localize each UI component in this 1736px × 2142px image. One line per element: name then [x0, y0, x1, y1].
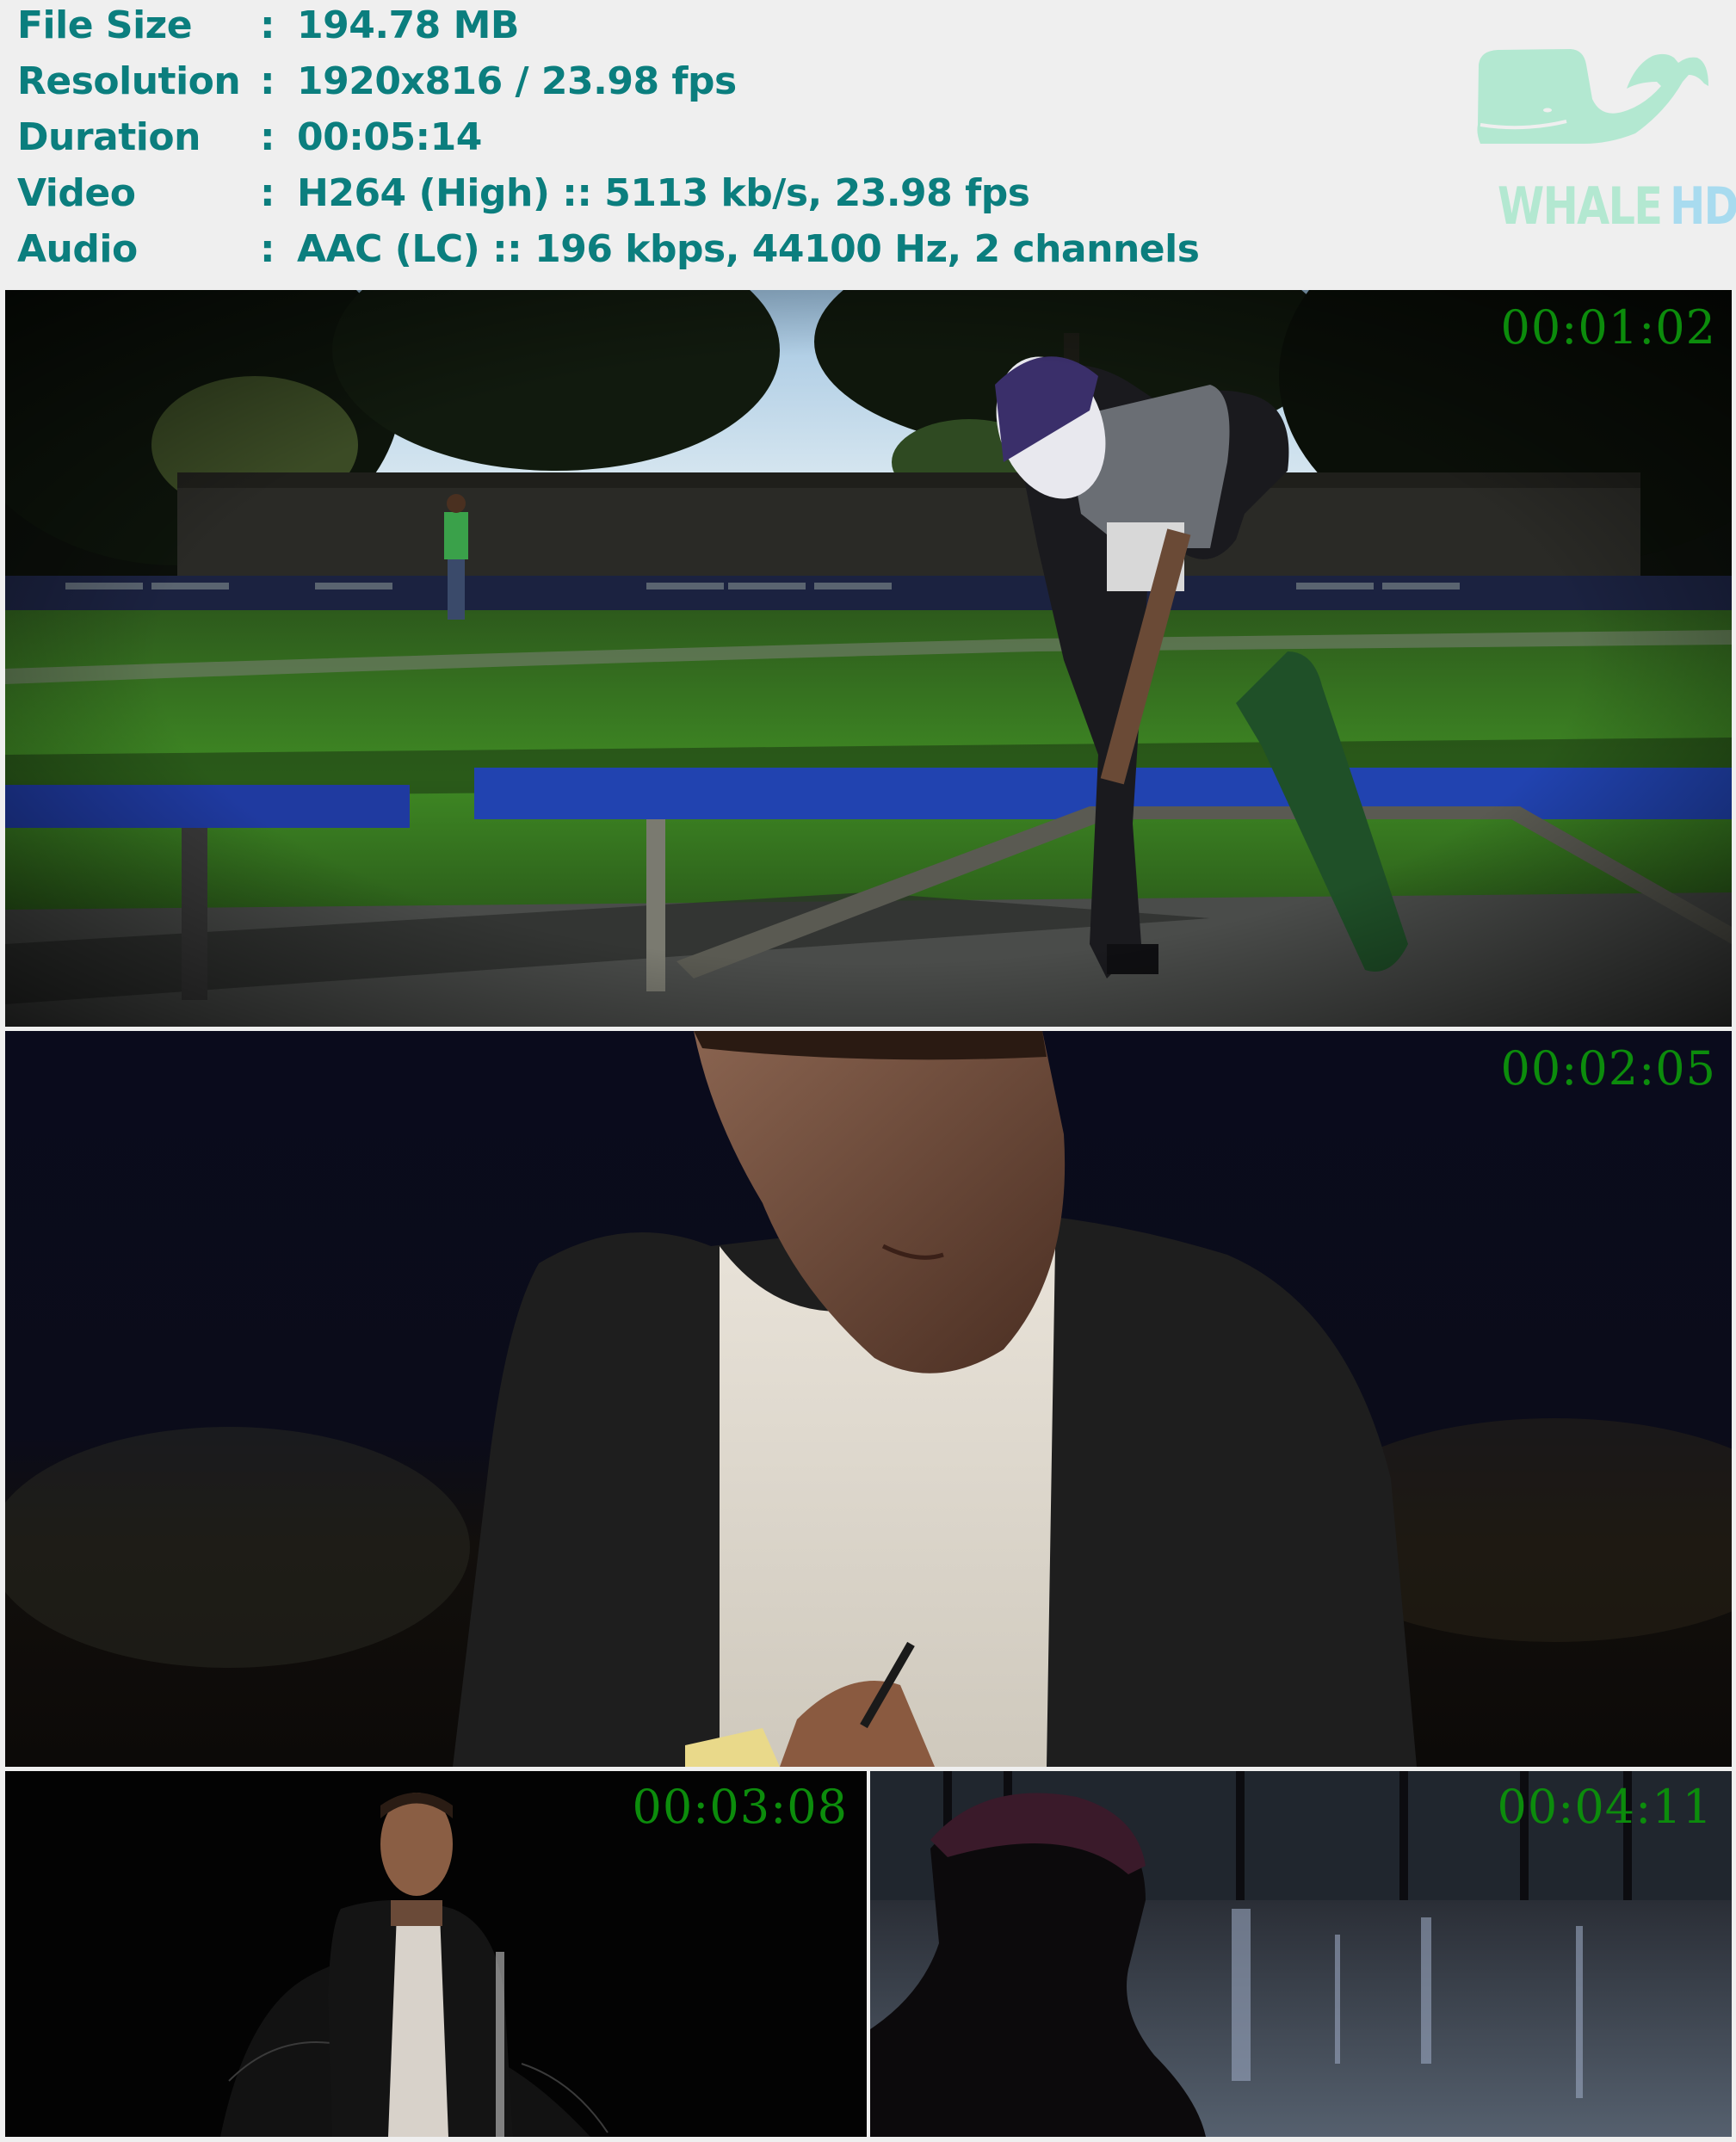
info-separator: :	[260, 59, 275, 103]
info-separator: :	[260, 227, 275, 271]
timestamp-label: 00:01:02	[1500, 300, 1716, 355]
info-label: Video	[17, 171, 136, 215]
info-separator: :	[260, 171, 275, 215]
info-value: 00:05:14	[297, 115, 482, 159]
timestamp-label: 00:04:11	[1497, 1780, 1713, 1834]
logo-text-accent: HD	[1670, 176, 1736, 237]
info-value: 1920x816 / 23.98 fps	[297, 59, 737, 103]
frame-1-scene	[5, 290, 1732, 1027]
video-frame-1: 00:01:02	[5, 290, 1732, 1027]
info-label: File Size	[17, 3, 193, 47]
info-label: Resolution	[17, 59, 241, 103]
video-frame-2: 00:02:05	[5, 1031, 1732, 1767]
video-frame-4: 00:04:11	[870, 1771, 1732, 2137]
frame-2-scene	[5, 1031, 1732, 1767]
info-value: AAC (LC) :: 196 kbps, 44100 Hz, 2 channe…	[297, 227, 1200, 271]
info-label: Duration	[17, 115, 201, 159]
info-value: H264 (High) :: 5113 kb/s, 23.98 fps	[297, 171, 1030, 215]
info-separator: :	[260, 115, 275, 159]
timestamp-label: 00:02:05	[1500, 1041, 1716, 1096]
info-value: 194.78 MB	[297, 3, 519, 47]
logo-text-main: WHALE	[1498, 176, 1663, 237]
info-separator: :	[260, 3, 275, 47]
media-info-panel: File Size : 194.78 MB Resolution : 1920x…	[0, 0, 1377, 290]
logo-text: WHALE HD	[1498, 176, 1736, 237]
timestamp-label: 00:03:08	[632, 1780, 848, 1834]
info-label: Audio	[17, 227, 138, 271]
video-frame-3: 00:03:08	[5, 1771, 867, 2137]
